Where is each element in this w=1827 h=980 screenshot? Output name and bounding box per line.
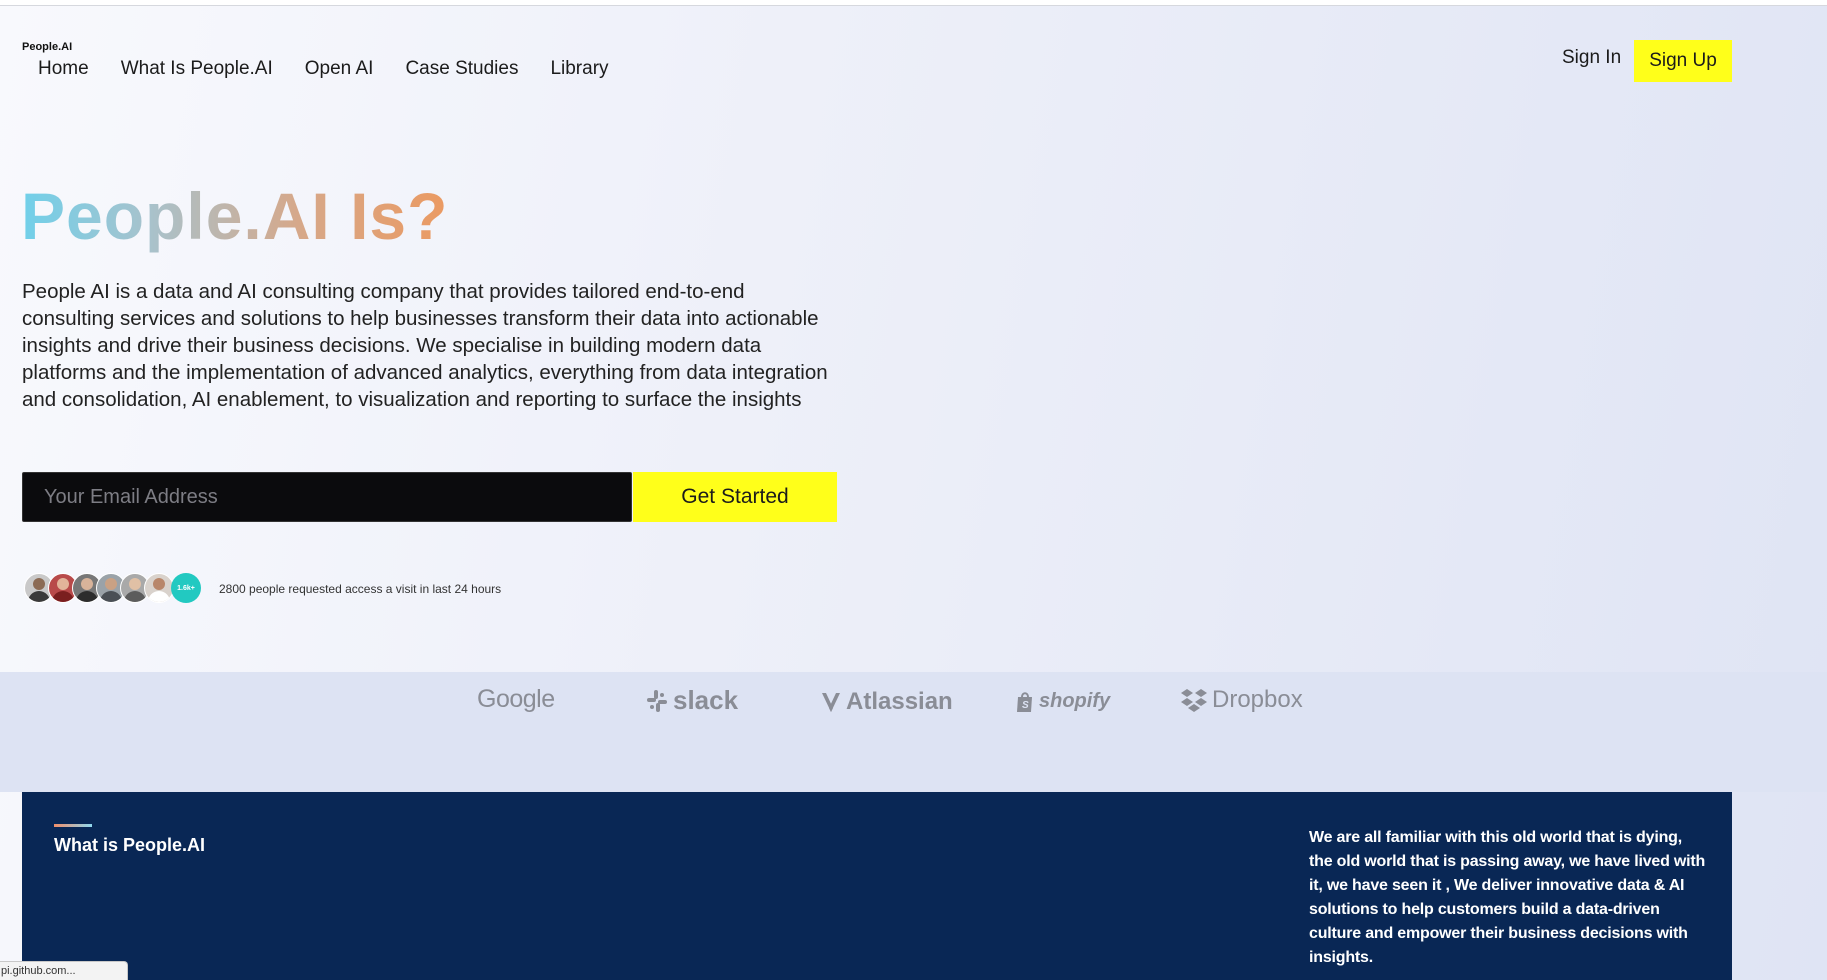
email-input[interactable] — [22, 472, 632, 522]
what-is-section: What is People.AI We are all familiar wi… — [22, 792, 1732, 980]
nav-item-case-studies[interactable]: Case Studies — [405, 58, 518, 80]
atlassian-icon — [822, 693, 840, 712]
atlassian-logo-text: Atlassian — [846, 688, 953, 715]
slack-logo: slack — [645, 685, 738, 716]
dropbox-icon — [1181, 689, 1207, 712]
slack-logo-text: slack — [673, 685, 739, 715]
google-logo: Google — [477, 685, 555, 714]
atlassian-logo: Atlassian — [820, 688, 953, 716]
section-accent-line — [54, 824, 92, 827]
section-title: What is People.AI — [54, 835, 206, 855]
brand-logo[interactable]: People.AI — [22, 41, 72, 53]
status-bar-url: pi.github.com... — [0, 961, 128, 980]
avatar-group: 1.6k+ — [24, 573, 204, 603]
avatar-count-badge: 1.6k+ — [171, 573, 201, 603]
shopify-bag-icon: S — [1017, 691, 1032, 712]
browser-top-border — [0, 0, 1827, 6]
access-request-text: 2800 people requested access a visit in … — [219, 582, 502, 596]
shopify-logo-text: shopify — [1039, 690, 1111, 712]
dropbox-logo-text: Dropbox — [1212, 686, 1303, 713]
avatar — [144, 573, 174, 603]
get-started-button[interactable]: Get Started — [633, 472, 837, 522]
hero-title: People.AI Is? — [21, 179, 449, 253]
sign-in-link[interactable]: Sign In — [1562, 47, 1621, 69]
slack-icon — [647, 689, 667, 712]
sign-up-button[interactable]: Sign Up — [1634, 40, 1732, 82]
section-description: We are all familiar with this old world … — [1309, 829, 1706, 966]
nav-item-open-ai[interactable]: Open AI — [305, 58, 374, 80]
nav-item-what-is-people-ai[interactable]: What Is People.AI — [121, 58, 273, 80]
main-nav: Home What Is People.AI Open AI Case Stud… — [38, 58, 609, 80]
shopify-logo: S shopify — [1015, 690, 1110, 713]
svg-text:S: S — [1022, 700, 1029, 711]
nav-item-library[interactable]: Library — [550, 58, 608, 80]
google-logo-text: Google — [477, 685, 555, 713]
hero-description: People AI is a data and AI consulting co… — [22, 280, 828, 411]
nav-item-home[interactable]: Home — [38, 58, 89, 80]
dropbox-logo: Dropbox — [1180, 686, 1303, 714]
